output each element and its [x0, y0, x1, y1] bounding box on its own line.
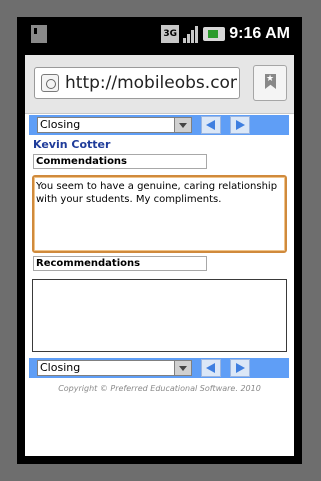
recommendations-textarea[interactable]	[32, 279, 287, 352]
status-bar: 3G 9:16 AM	[17, 17, 302, 55]
url-text: http://mobileobs.com...	[65, 73, 237, 93]
url-field[interactable]: http://mobileobs.com...	[34, 67, 240, 99]
next-section-button-bottom[interactable]	[230, 359, 250, 377]
teacher-name: Kevin Cotter	[33, 138, 111, 151]
section-select-bottom-value: Closing	[40, 361, 81, 374]
top-section-nav: Closing	[29, 115, 289, 135]
recommendations-label: Recommendations	[33, 256, 207, 271]
section-select-value: Closing	[40, 118, 81, 131]
chevron-down-icon	[174, 361, 191, 375]
bookmark-button[interactable]	[253, 65, 287, 101]
browser-screen: http://mobileobs.com... Closing Kevin Co…	[25, 55, 294, 456]
status-icons: 3G 9:16 AM	[161, 25, 290, 43]
previous-section-button[interactable]	[201, 116, 221, 134]
status-time: 9:16 AM	[229, 25, 290, 42]
phone-frame: 3G 9:16 AM http://mobileobs.com... Closi…	[17, 17, 302, 464]
section-select-bottom[interactable]: Closing	[37, 360, 192, 376]
page-icon	[41, 74, 59, 92]
previous-section-button-bottom[interactable]	[201, 359, 221, 377]
browser-url-bar: http://mobileobs.com...	[25, 55, 294, 114]
chevron-down-icon	[174, 118, 191, 132]
commendations-label: Commendations	[33, 154, 207, 169]
commendations-textarea[interactable]: You seem to have a genuine, caring relat…	[32, 175, 287, 253]
network-3g-icon: 3G	[161, 25, 180, 43]
copyright-footer: Copyright © Preferred Educational Softwa…	[58, 384, 261, 393]
next-section-button[interactable]	[230, 116, 250, 134]
section-select[interactable]: Closing	[37, 117, 192, 133]
battery-icon	[203, 27, 226, 41]
bottom-section-nav: Closing	[29, 358, 289, 378]
signal-strength-icon	[183, 25, 199, 43]
sd-card-icon	[31, 25, 47, 43]
